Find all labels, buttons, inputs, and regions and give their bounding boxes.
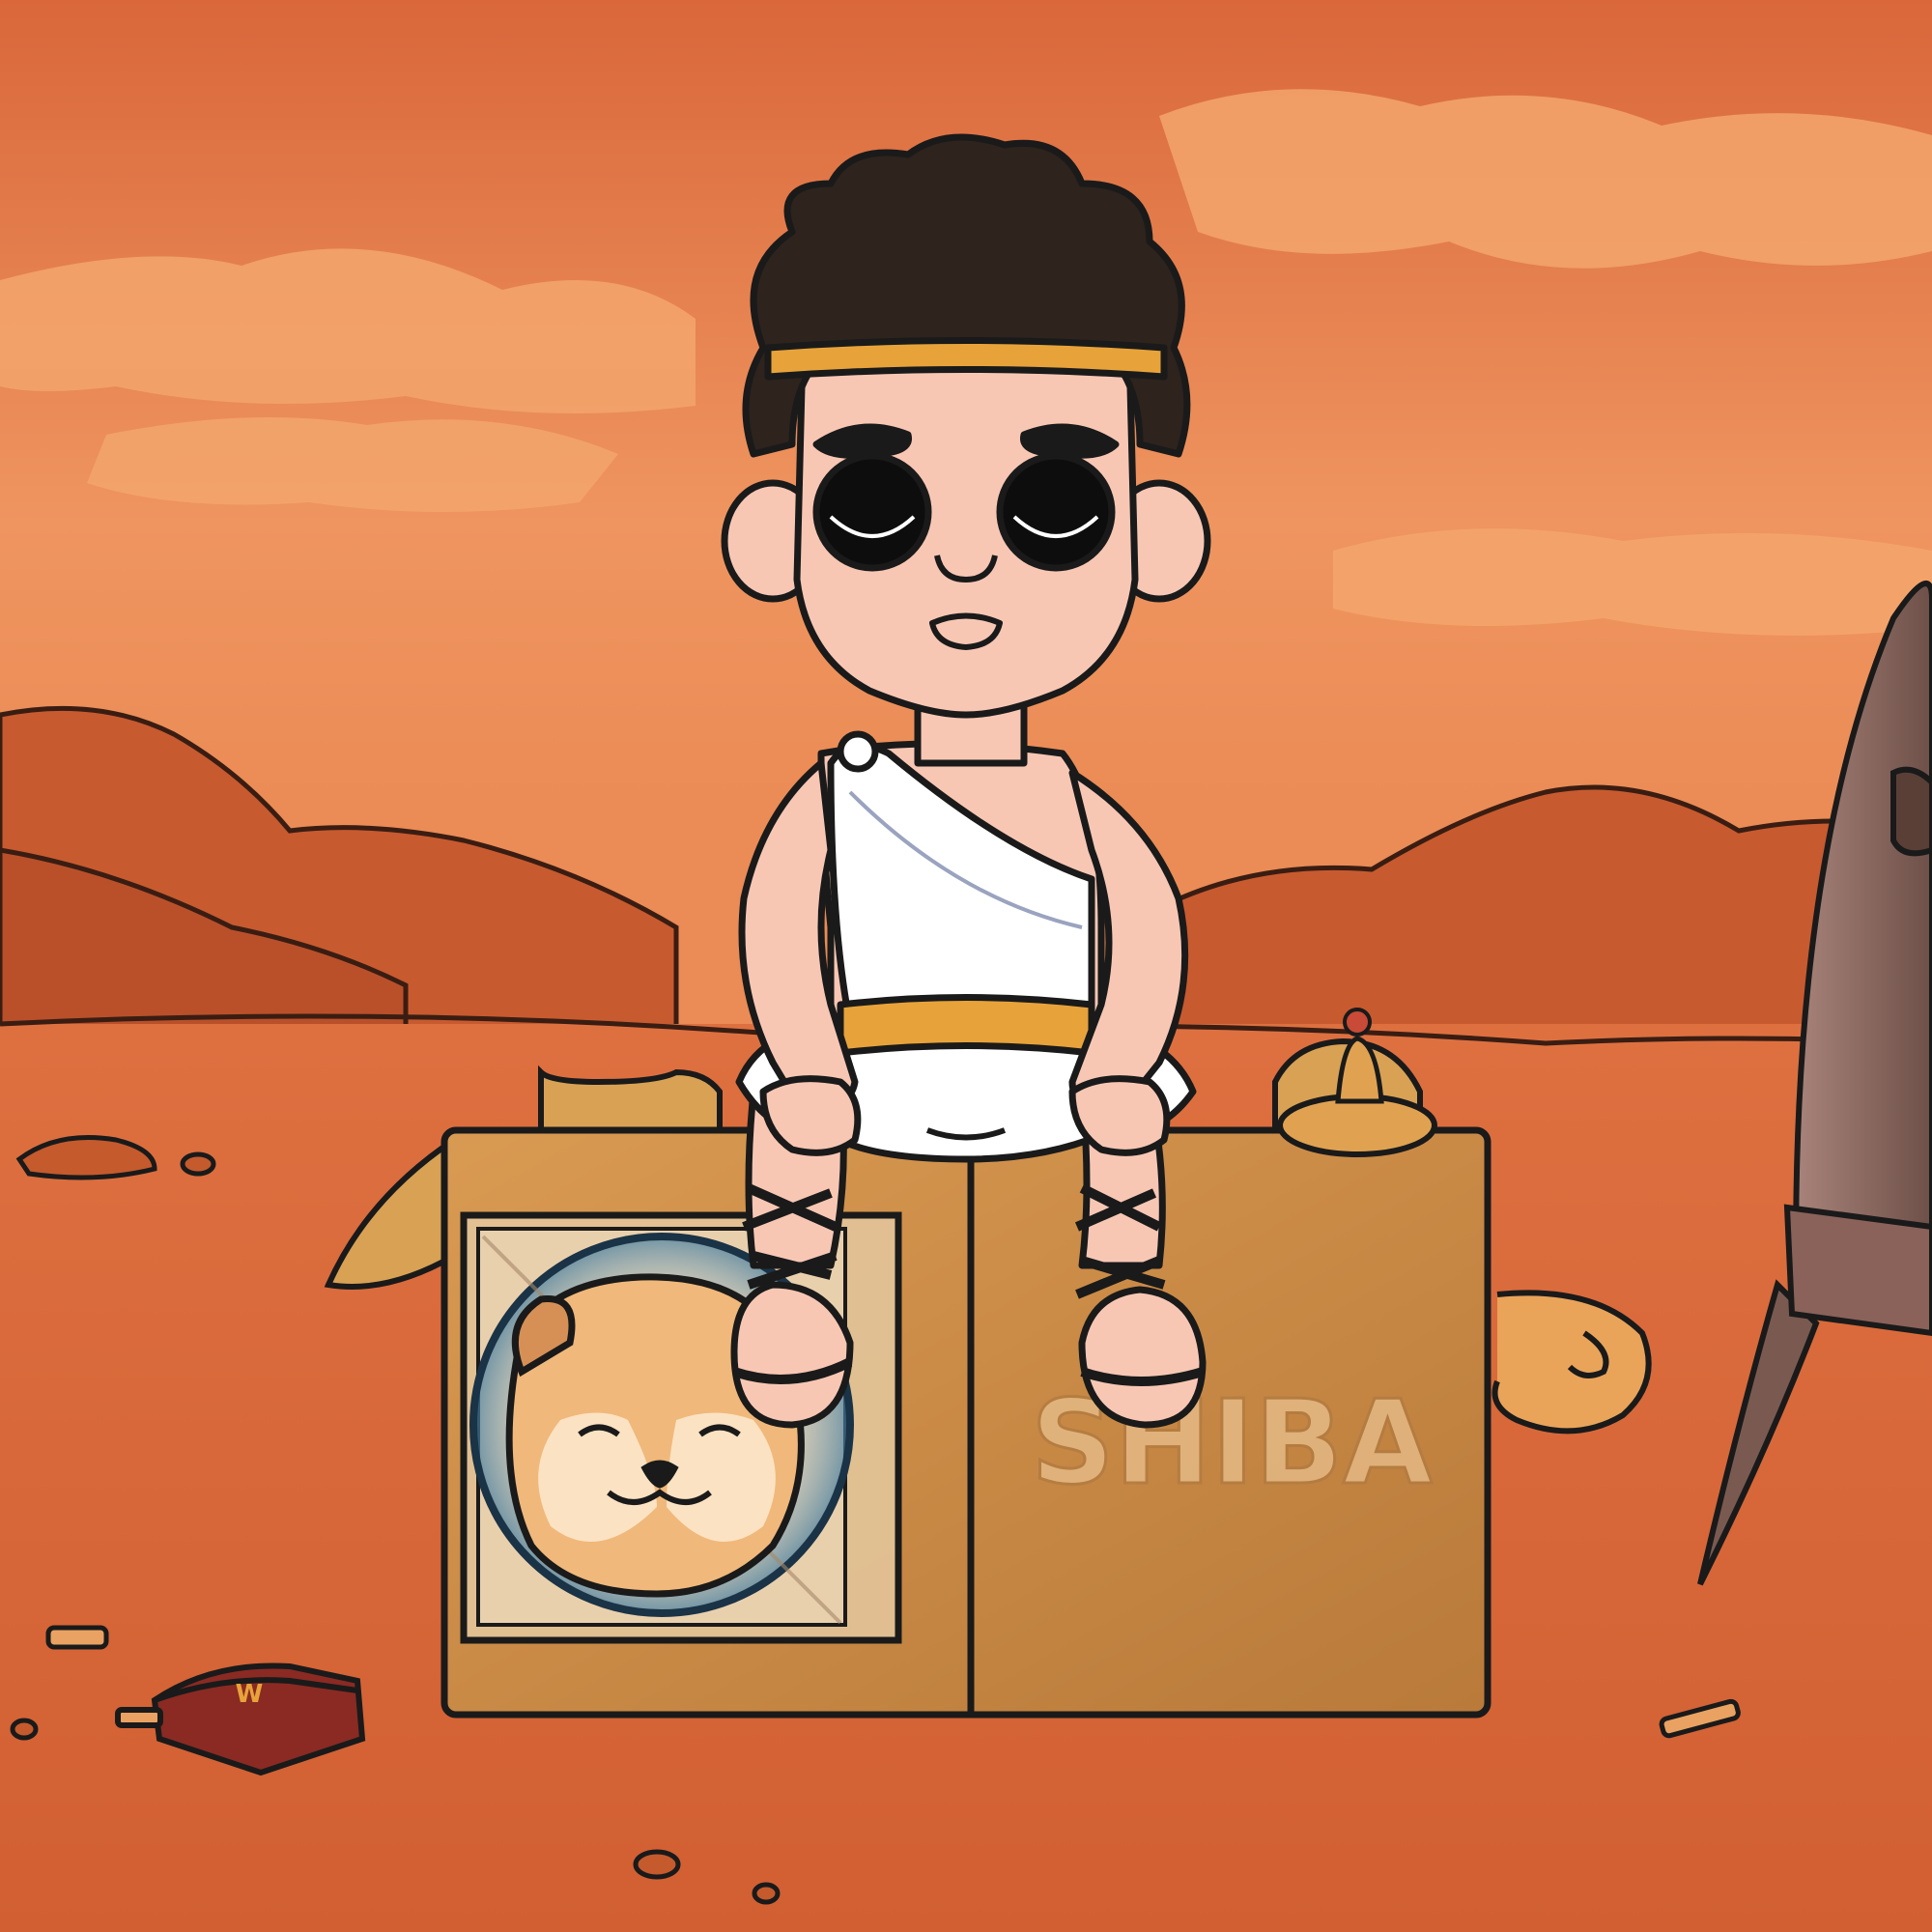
mars-scene: W SHIBA <box>0 0 1932 1932</box>
gold-belt <box>837 994 1095 1057</box>
chest-emblem: W <box>236 1680 264 1709</box>
headband <box>764 337 1168 381</box>
left-lens <box>812 452 932 572</box>
right-lens <box>996 452 1116 572</box>
